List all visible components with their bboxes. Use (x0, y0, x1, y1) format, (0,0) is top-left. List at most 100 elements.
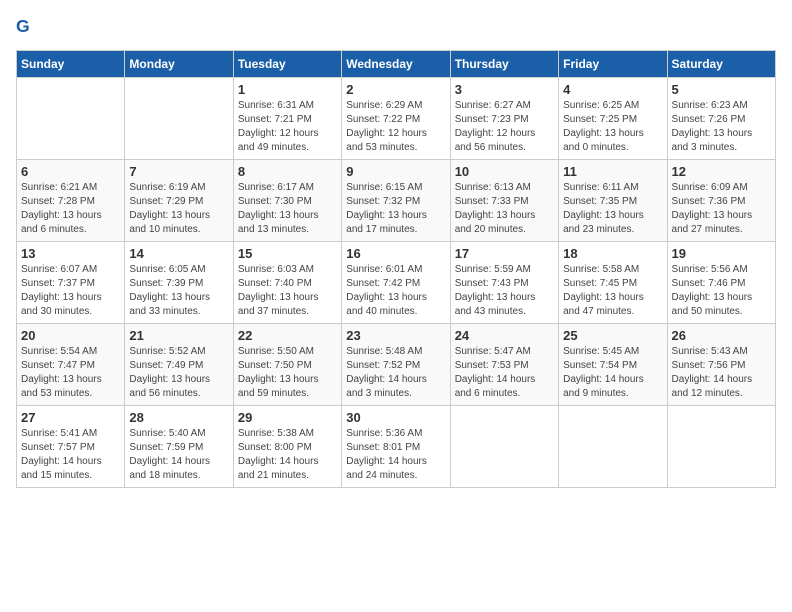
day-detail: Sunrise: 5:40 AM Sunset: 7:59 PM Dayligh… (129, 427, 228, 483)
calendar-cell: 24 Sunrise: 5:47 AM Sunset: 7:53 PM Dayli… (450, 324, 558, 406)
day-number: 18 (563, 246, 662, 261)
calendar-cell: 6 Sunrise: 6:21 AM Sunset: 7:28 PM Daylig… (17, 160, 125, 242)
day-detail: Sunrise: 5:58 AM Sunset: 7:45 PM Dayligh… (563, 263, 662, 319)
day-detail: Sunrise: 6:05 AM Sunset: 7:39 PM Dayligh… (129, 263, 228, 319)
day-detail: Sunrise: 5:43 AM Sunset: 7:56 PM Dayligh… (672, 345, 771, 401)
calendar-cell: 7 Sunrise: 6:19 AM Sunset: 7:29 PM Daylig… (125, 160, 233, 242)
calendar-cell: 14 Sunrise: 6:05 AM Sunset: 7:39 PM Dayli… (125, 242, 233, 324)
day-number: 11 (563, 164, 662, 179)
calendar-cell: 1 Sunrise: 6:31 AM Sunset: 7:21 PM Daylig… (233, 78, 341, 160)
day-detail: Sunrise: 5:59 AM Sunset: 7:43 PM Dayligh… (455, 263, 554, 319)
day-number: 13 (21, 246, 120, 261)
day-detail: Sunrise: 5:38 AM Sunset: 8:00 PM Dayligh… (238, 427, 337, 483)
day-number: 21 (129, 328, 228, 343)
calendar-cell: 8 Sunrise: 6:17 AM Sunset: 7:30 PM Daylig… (233, 160, 341, 242)
day-detail: Sunrise: 5:52 AM Sunset: 7:49 PM Dayligh… (129, 345, 228, 401)
day-detail: Sunrise: 6:29 AM Sunset: 7:22 PM Dayligh… (346, 99, 445, 155)
day-number: 5 (672, 82, 771, 97)
day-detail: Sunrise: 5:41 AM Sunset: 7:57 PM Dayligh… (21, 427, 120, 483)
day-detail: Sunrise: 6:15 AM Sunset: 7:32 PM Dayligh… (346, 181, 445, 237)
calendar-cell: 15Sunrise: 6:03 AM Sunset: 7:40 PM Dayli… (233, 242, 341, 324)
day-number: 8 (238, 164, 337, 179)
svg-text:G: G (16, 16, 30, 36)
day-number: 25 (563, 328, 662, 343)
calendar-cell: 4 Sunrise: 6:25 AM Sunset: 7:25 PM Daylig… (559, 78, 667, 160)
day-number: 30 (346, 410, 445, 425)
logo: G (16, 16, 44, 40)
day-detail: Sunrise: 5:56 AM Sunset: 7:46 PM Dayligh… (672, 263, 771, 319)
calendar-cell: 13 Sunrise: 6:07 AM Sunset: 7:37 PM Dayli… (17, 242, 125, 324)
col-header-sunday: Sunday (17, 51, 125, 78)
day-detail: Sunrise: 6:23 AM Sunset: 7:26 PM Dayligh… (672, 99, 771, 155)
day-detail: Sunrise: 6:25 AM Sunset: 7:25 PM Dayligh… (563, 99, 662, 155)
col-header-tuesday: Tuesday (233, 51, 341, 78)
day-number: 1 (238, 82, 337, 97)
day-number: 24 (455, 328, 554, 343)
calendar-cell: 18 Sunrise: 5:58 AM Sunset: 7:45 PM Dayli… (559, 242, 667, 324)
col-header-wednesday: Wednesday (342, 51, 450, 78)
calendar-cell: 20 Sunrise: 5:54 AM Sunset: 7:47 PM Dayli… (17, 324, 125, 406)
day-number: 19 (672, 246, 771, 261)
day-number: 20 (21, 328, 120, 343)
day-detail: Sunrise: 6:01 AM Sunset: 7:42 PM Dayligh… (346, 263, 445, 319)
calendar-cell (450, 406, 558, 488)
day-detail: Sunrise: 5:54 AM Sunset: 7:47 PM Dayligh… (21, 345, 120, 401)
day-number: 26 (672, 328, 771, 343)
day-number: 28 (129, 410, 228, 425)
day-number: 16 (346, 246, 445, 261)
calendar-cell (559, 406, 667, 488)
calendar-cell: 29 Sunrise: 5:38 AM Sunset: 8:00 PM Dayli… (233, 406, 341, 488)
calendar-cell: 19 Sunrise: 5:56 AM Sunset: 7:46 PM Dayli… (667, 242, 775, 324)
day-number: 22 (238, 328, 337, 343)
calendar-cell: 30 Sunrise: 5:36 AM Sunset: 8:01 PM Dayli… (342, 406, 450, 488)
calendar-cell: 12Sunrise: 6:09 AM Sunset: 7:36 PM Dayli… (667, 160, 775, 242)
day-detail: Sunrise: 6:11 AM Sunset: 7:35 PM Dayligh… (563, 181, 662, 237)
calendar-cell: 2 Sunrise: 6:29 AM Sunset: 7:22 PM Daylig… (342, 78, 450, 160)
calendar-cell: 27 Sunrise: 5:41 AM Sunset: 7:57 PM Dayli… (17, 406, 125, 488)
day-detail: Sunrise: 6:19 AM Sunset: 7:29 PM Dayligh… (129, 181, 228, 237)
day-detail: Sunrise: 6:03 AM Sunset: 7:40 PM Dayligh… (238, 263, 337, 319)
day-number: 3 (455, 82, 554, 97)
day-number: 4 (563, 82, 662, 97)
calendar-cell: 5 Sunrise: 6:23 AM Sunset: 7:26 PM Daylig… (667, 78, 775, 160)
day-detail: Sunrise: 6:13 AM Sunset: 7:33 PM Dayligh… (455, 181, 554, 237)
day-detail: Sunrise: 5:45 AM Sunset: 7:54 PM Dayligh… (563, 345, 662, 401)
logo-icon: G (16, 16, 40, 40)
calendar-cell (667, 406, 775, 488)
day-detail: Sunrise: 5:48 AM Sunset: 7:52 PM Dayligh… (346, 345, 445, 401)
calendar-cell (125, 78, 233, 160)
calendar-cell: 17 Sunrise: 5:59 AM Sunset: 7:43 PM Dayli… (450, 242, 558, 324)
day-detail: Sunrise: 5:47 AM Sunset: 7:53 PM Dayligh… (455, 345, 554, 401)
calendar-cell: 28 Sunrise: 5:40 AM Sunset: 7:59 PM Dayli… (125, 406, 233, 488)
day-number: 17 (455, 246, 554, 261)
day-detail: Sunrise: 6:09 AM Sunset: 7:36 PM Dayligh… (672, 181, 771, 237)
day-number: 10 (455, 164, 554, 179)
day-detail: Sunrise: 6:17 AM Sunset: 7:30 PM Dayligh… (238, 181, 337, 237)
day-detail: Sunrise: 5:50 AM Sunset: 7:50 PM Dayligh… (238, 345, 337, 401)
col-header-monday: Monday (125, 51, 233, 78)
day-number: 2 (346, 82, 445, 97)
col-header-thursday: Thursday (450, 51, 558, 78)
day-detail: Sunrise: 6:07 AM Sunset: 7:37 PM Dayligh… (21, 263, 120, 319)
calendar-cell: 3 Sunrise: 6:27 AM Sunset: 7:23 PM Daylig… (450, 78, 558, 160)
calendar-cell: 16 Sunrise: 6:01 AM Sunset: 7:42 PM Dayli… (342, 242, 450, 324)
day-number: 6 (21, 164, 120, 179)
col-header-friday: Friday (559, 51, 667, 78)
day-detail: Sunrise: 6:21 AM Sunset: 7:28 PM Dayligh… (21, 181, 120, 237)
calendar-cell: 10 Sunrise: 6:13 AM Sunset: 7:33 PM Dayli… (450, 160, 558, 242)
col-header-saturday: Saturday (667, 51, 775, 78)
calendar-cell: 21 Sunrise: 5:52 AM Sunset: 7:49 PM Dayli… (125, 324, 233, 406)
day-number: 7 (129, 164, 228, 179)
day-detail: Sunrise: 6:31 AM Sunset: 7:21 PM Dayligh… (238, 99, 337, 155)
day-number: 14 (129, 246, 228, 261)
day-number: 23 (346, 328, 445, 343)
calendar-cell: 23 Sunrise: 5:48 AM Sunset: 7:52 PM Dayli… (342, 324, 450, 406)
calendar-cell: 26 Sunrise: 5:43 AM Sunset: 7:56 PM Dayli… (667, 324, 775, 406)
calendar-cell: 22 Sunrise: 5:50 AM Sunset: 7:50 PM Dayli… (233, 324, 341, 406)
calendar-cell: 9 Sunrise: 6:15 AM Sunset: 7:32 PM Daylig… (342, 160, 450, 242)
day-number: 9 (346, 164, 445, 179)
day-number: 29 (238, 410, 337, 425)
day-number: 27 (21, 410, 120, 425)
day-detail: Sunrise: 6:27 AM Sunset: 7:23 PM Dayligh… (455, 99, 554, 155)
day-detail: Sunrise: 5:36 AM Sunset: 8:01 PM Dayligh… (346, 427, 445, 483)
